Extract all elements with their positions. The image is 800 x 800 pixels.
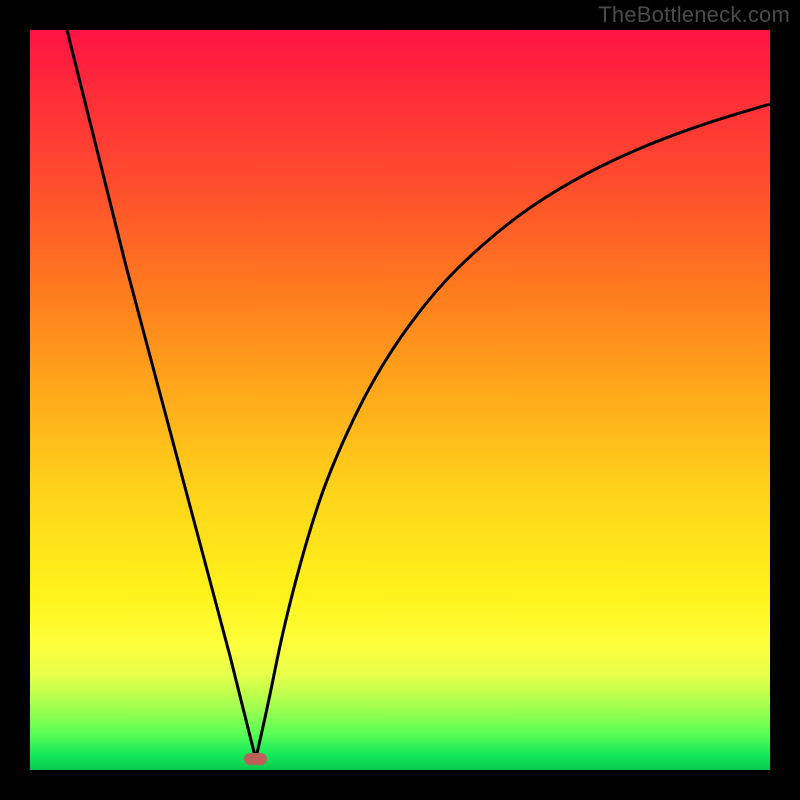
- chart-frame: TheBottleneck.com: [0, 0, 800, 800]
- minimum-marker: [244, 753, 267, 765]
- bottleneck-curve: [30, 30, 770, 770]
- curve-path: [67, 30, 770, 759]
- watermark-text: TheBottleneck.com: [598, 2, 790, 28]
- plot-area: [30, 30, 770, 770]
